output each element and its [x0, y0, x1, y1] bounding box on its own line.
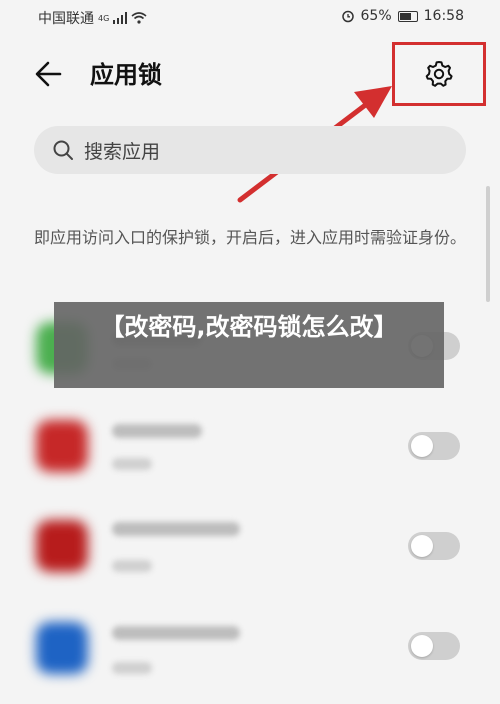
app-sub-blurred [112, 458, 152, 470]
app-sub-blurred [112, 560, 152, 572]
battery-percent: 65% [360, 8, 392, 24]
wifi-icon [131, 12, 147, 24]
list-item[interactable] [0, 400, 500, 500]
app-lock-toggle[interactable] [408, 532, 460, 560]
status-bar: 中国联通 4G 65% 16:58 [0, 0, 500, 34]
app-icon [36, 622, 88, 674]
gear-icon[interactable] [424, 59, 454, 89]
battery-icon [397, 10, 418, 22]
scrollbar[interactable] [486, 186, 490, 302]
alarm-icon [341, 10, 354, 23]
settings-highlight-box [392, 42, 486, 106]
app-icon [36, 420, 88, 472]
signal-icon [113, 12, 128, 24]
status-right: 65% 16:58 [341, 8, 464, 24]
carrier-label: 中国联通 [38, 11, 94, 27]
description-text: 即应用访问入口的保护锁，开启后，进入应用时需验证身份。 [34, 228, 467, 247]
page-title: 应用锁 [90, 61, 162, 89]
app-name-blurred [112, 522, 240, 536]
list-item[interactable] [0, 604, 500, 704]
list-item[interactable] [0, 502, 500, 602]
overlay-title-banner: 【改密码,改密码锁怎么改】 [54, 302, 444, 388]
back-arrow-icon[interactable] [30, 56, 66, 92]
network-type: 4G [98, 13, 110, 23]
app-name-blurred [112, 424, 202, 438]
status-left: 中国联通 4G [38, 8, 147, 28]
clock: 16:58 [423, 8, 464, 24]
app-lock-toggle[interactable] [408, 632, 460, 660]
search-icon [53, 140, 73, 160]
app-lock-toggle[interactable] [408, 432, 460, 460]
app-bar: 应用锁 [0, 40, 500, 108]
app-name-blurred [112, 626, 240, 640]
search-placeholder: 搜索应用 [84, 140, 161, 163]
app-sub-blurred [112, 662, 152, 674]
search-bar[interactable]: 搜索应用 [34, 126, 466, 174]
app-icon [36, 520, 88, 572]
